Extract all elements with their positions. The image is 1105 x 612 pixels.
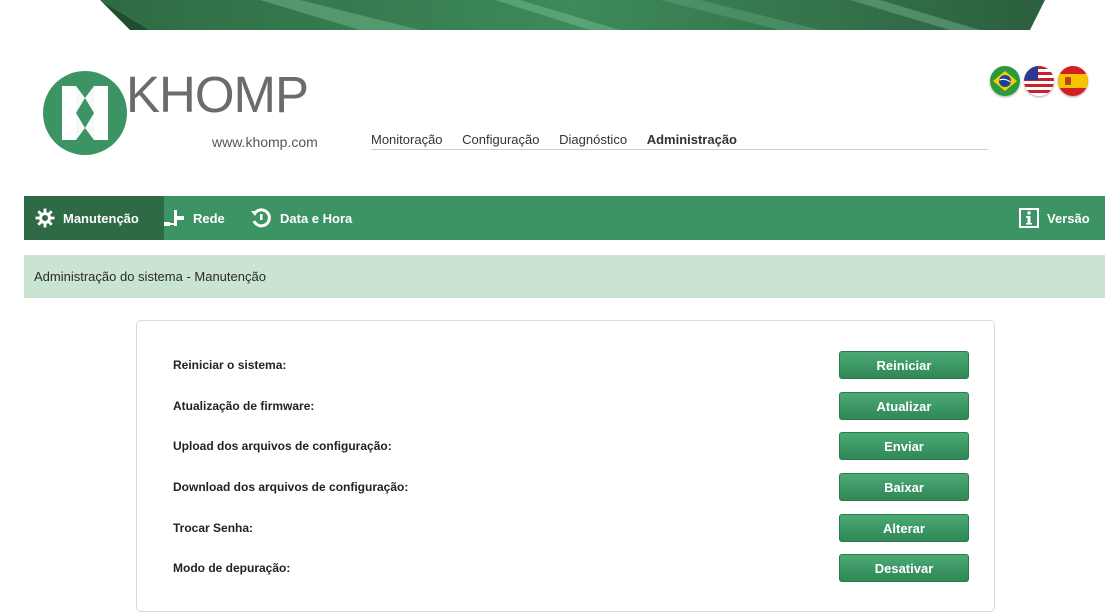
page-title: Administração do sistema - Manutenção [34,269,266,284]
action-label: Trocar Senha: [173,521,254,535]
action-row-alterar: Trocar Senha: Alterar [137,514,994,542]
menu-manutencao-label: Manutenção [63,210,139,226]
atualizar-button[interactable]: Atualizar [839,392,969,420]
action-label: Modo de depuração: [173,561,291,575]
action-label: Reiniciar o sistema: [173,358,287,372]
version-button[interactable]: Versão [1019,196,1090,240]
reiniciar-button[interactable]: Reiniciar [839,351,969,379]
nav-configuracao[interactable]: Configuração [462,132,539,147]
info-icon [1019,208,1039,228]
admin-menubar: Manutenção Rede Data e Hora Versão [24,196,1105,240]
baixar-button[interactable]: Baixar [839,473,969,501]
action-label: Atualização de firmware: [173,399,315,413]
nav-diagnostico[interactable]: Diagnóstico [559,132,627,147]
menu-data-hora-label: Data e Hora [280,210,353,226]
action-label: Upload dos arquivos de configuração: [173,439,392,453]
brand-name: KHOMP [126,66,309,123]
top-banner [0,0,1105,36]
menu-manutencao[interactable]: Manutenção [24,196,164,240]
network-icon [163,209,185,227]
version-label: Versão [1047,210,1090,226]
menu-rede[interactable]: Rede [163,196,225,240]
spain-flag-icon[interactable] [1058,66,1088,96]
usa-flag-icon[interactable] [1024,66,1054,96]
language-selector [990,66,1088,96]
action-label: Download dos arquivos de configuração: [173,480,409,494]
khomp-logo-mark [43,71,127,155]
alterar-senha-button[interactable]: Alterar [839,514,969,542]
page-title-bar: Administração do sistema - Manutenção [24,255,1105,298]
brazil-flag-icon[interactable] [990,66,1020,96]
nav-monitoracao[interactable]: Monitoração [371,132,443,147]
action-row-depuracao: Modo de depuração: Desativar [137,554,994,582]
nav-administracao[interactable]: Administração [647,132,737,147]
history-clock-icon [250,207,272,229]
action-row-baixar: Download dos arquivos de configuração: B… [137,473,994,501]
action-row-reiniciar: Reiniciar o sistema: Reiniciar [137,351,994,379]
action-row-enviar: Upload dos arquivos de configuração: Env… [137,432,994,460]
action-row-atualizar: Atualização de firmware: Atualizar [137,392,994,420]
gear-icon [35,208,55,228]
enviar-button[interactable]: Enviar [839,432,969,460]
khomp-logo[interactable]: KHOMP www.khomp.com [42,66,342,163]
maintenance-panel: Reiniciar o sistema: Reiniciar Atualizaç… [136,320,995,612]
menu-data-hora[interactable]: Data e Hora [250,196,352,240]
menu-rede-label: Rede [193,210,225,226]
desativar-depuracao-button[interactable]: Desativar [839,554,969,582]
brand-url: www.khomp.com [212,134,318,150]
top-navigation: Monitoração Configuração Diagnóstico Adm… [371,132,988,150]
